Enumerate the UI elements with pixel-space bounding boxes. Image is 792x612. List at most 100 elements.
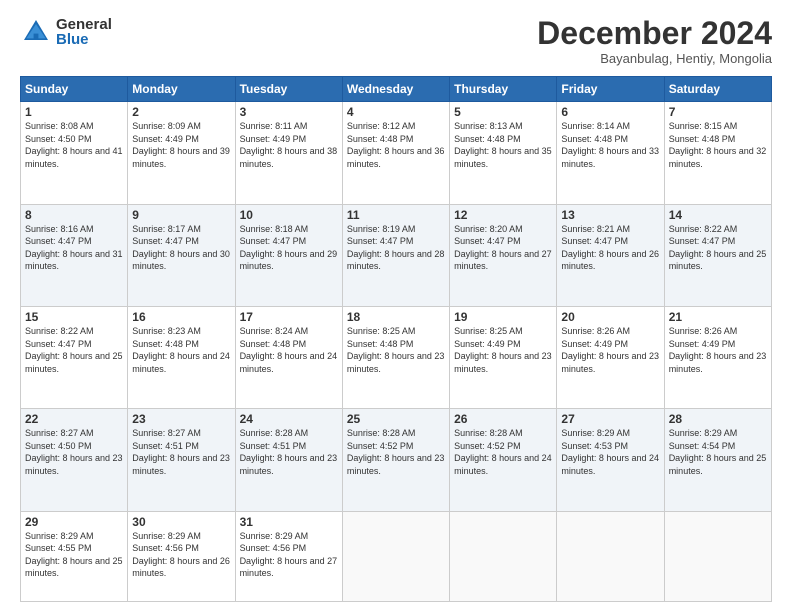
day-info: Sunrise: 8:25 AM Sunset: 4:49 PM Dayligh… (454, 325, 552, 375)
table-row: 14 Sunrise: 8:22 AM Sunset: 4:47 PM Dayl… (664, 204, 771, 306)
calendar-week-row: 1 Sunrise: 8:08 AM Sunset: 4:50 PM Dayli… (21, 102, 772, 204)
day-info: Sunrise: 8:25 AM Sunset: 4:48 PM Dayligh… (347, 325, 445, 375)
day-number: 17 (240, 310, 338, 324)
day-info: Sunrise: 8:29 AM Sunset: 4:55 PM Dayligh… (25, 530, 123, 580)
table-row: 12 Sunrise: 8:20 AM Sunset: 4:47 PM Dayl… (450, 204, 557, 306)
logo-icon (20, 16, 52, 48)
table-row (557, 511, 664, 601)
day-number: 27 (561, 412, 659, 426)
day-info: Sunrise: 8:14 AM Sunset: 4:48 PM Dayligh… (561, 120, 659, 170)
table-row: 5 Sunrise: 8:13 AM Sunset: 4:48 PM Dayli… (450, 102, 557, 204)
day-number: 11 (347, 208, 445, 222)
day-info: Sunrise: 8:15 AM Sunset: 4:48 PM Dayligh… (669, 120, 767, 170)
day-number: 30 (132, 515, 230, 529)
table-row: 3 Sunrise: 8:11 AM Sunset: 4:49 PM Dayli… (235, 102, 342, 204)
table-row: 8 Sunrise: 8:16 AM Sunset: 4:47 PM Dayli… (21, 204, 128, 306)
day-info: Sunrise: 8:16 AM Sunset: 4:47 PM Dayligh… (25, 223, 123, 273)
table-row: 11 Sunrise: 8:19 AM Sunset: 4:47 PM Dayl… (342, 204, 449, 306)
table-row: 15 Sunrise: 8:22 AM Sunset: 4:47 PM Dayl… (21, 306, 128, 408)
table-row (450, 511, 557, 601)
day-info: Sunrise: 8:19 AM Sunset: 4:47 PM Dayligh… (347, 223, 445, 273)
day-info: Sunrise: 8:22 AM Sunset: 4:47 PM Dayligh… (669, 223, 767, 273)
day-number: 25 (347, 412, 445, 426)
col-saturday: Saturday (664, 77, 771, 102)
location-subtitle: Bayanbulag, Hentiy, Mongolia (537, 51, 772, 66)
table-row: 22 Sunrise: 8:27 AM Sunset: 4:50 PM Dayl… (21, 409, 128, 511)
table-row: 16 Sunrise: 8:23 AM Sunset: 4:48 PM Dayl… (128, 306, 235, 408)
day-number: 31 (240, 515, 338, 529)
title-block: December 2024 Bayanbulag, Hentiy, Mongol… (537, 16, 772, 66)
logo-text: General Blue (56, 17, 112, 47)
calendar-table: Sunday Monday Tuesday Wednesday Thursday… (20, 76, 772, 602)
table-row: 30 Sunrise: 8:29 AM Sunset: 4:56 PM Dayl… (128, 511, 235, 601)
day-number: 12 (454, 208, 552, 222)
table-row: 6 Sunrise: 8:14 AM Sunset: 4:48 PM Dayli… (557, 102, 664, 204)
day-info: Sunrise: 8:26 AM Sunset: 4:49 PM Dayligh… (561, 325, 659, 375)
table-row: 31 Sunrise: 8:29 AM Sunset: 4:56 PM Dayl… (235, 511, 342, 601)
table-row: 21 Sunrise: 8:26 AM Sunset: 4:49 PM Dayl… (664, 306, 771, 408)
day-number: 22 (25, 412, 123, 426)
calendar-week-row: 22 Sunrise: 8:27 AM Sunset: 4:50 PM Dayl… (21, 409, 772, 511)
day-info: Sunrise: 8:23 AM Sunset: 4:48 PM Dayligh… (132, 325, 230, 375)
day-info: Sunrise: 8:12 AM Sunset: 4:48 PM Dayligh… (347, 120, 445, 170)
day-number: 8 (25, 208, 123, 222)
calendar-week-row: 8 Sunrise: 8:16 AM Sunset: 4:47 PM Dayli… (21, 204, 772, 306)
page-header: General Blue December 2024 Bayanbulag, H… (20, 16, 772, 66)
day-number: 10 (240, 208, 338, 222)
table-row: 26 Sunrise: 8:28 AM Sunset: 4:52 PM Dayl… (450, 409, 557, 511)
day-info: Sunrise: 8:22 AM Sunset: 4:47 PM Dayligh… (25, 325, 123, 375)
table-row: 10 Sunrise: 8:18 AM Sunset: 4:47 PM Dayl… (235, 204, 342, 306)
day-number: 29 (25, 515, 123, 529)
day-number: 19 (454, 310, 552, 324)
col-friday: Friday (557, 77, 664, 102)
day-info: Sunrise: 8:29 AM Sunset: 4:56 PM Dayligh… (240, 530, 338, 580)
day-number: 4 (347, 105, 445, 119)
calendar-header-row: Sunday Monday Tuesday Wednesday Thursday… (21, 77, 772, 102)
table-row: 29 Sunrise: 8:29 AM Sunset: 4:55 PM Dayl… (21, 511, 128, 601)
day-number: 13 (561, 208, 659, 222)
day-info: Sunrise: 8:09 AM Sunset: 4:49 PM Dayligh… (132, 120, 230, 170)
day-number: 15 (25, 310, 123, 324)
day-info: Sunrise: 8:24 AM Sunset: 4:48 PM Dayligh… (240, 325, 338, 375)
day-info: Sunrise: 8:17 AM Sunset: 4:47 PM Dayligh… (132, 223, 230, 273)
day-number: 2 (132, 105, 230, 119)
day-info: Sunrise: 8:29 AM Sunset: 4:54 PM Dayligh… (669, 427, 767, 477)
day-info: Sunrise: 8:27 AM Sunset: 4:50 PM Dayligh… (25, 427, 123, 477)
table-row: 1 Sunrise: 8:08 AM Sunset: 4:50 PM Dayli… (21, 102, 128, 204)
day-number: 14 (669, 208, 767, 222)
logo: General Blue (20, 16, 112, 48)
col-monday: Monday (128, 77, 235, 102)
table-row: 9 Sunrise: 8:17 AM Sunset: 4:47 PM Dayli… (128, 204, 235, 306)
table-row (664, 511, 771, 601)
table-row: 24 Sunrise: 8:28 AM Sunset: 4:51 PM Dayl… (235, 409, 342, 511)
day-number: 20 (561, 310, 659, 324)
table-row: 2 Sunrise: 8:09 AM Sunset: 4:49 PM Dayli… (128, 102, 235, 204)
day-number: 9 (132, 208, 230, 222)
table-row: 13 Sunrise: 8:21 AM Sunset: 4:47 PM Dayl… (557, 204, 664, 306)
logo-blue-text: Blue (56, 32, 112, 47)
day-number: 24 (240, 412, 338, 426)
table-row: 18 Sunrise: 8:25 AM Sunset: 4:48 PM Dayl… (342, 306, 449, 408)
table-row: 4 Sunrise: 8:12 AM Sunset: 4:48 PM Dayli… (342, 102, 449, 204)
day-number: 1 (25, 105, 123, 119)
day-info: Sunrise: 8:27 AM Sunset: 4:51 PM Dayligh… (132, 427, 230, 477)
day-number: 7 (669, 105, 767, 119)
col-sunday: Sunday (21, 77, 128, 102)
day-number: 6 (561, 105, 659, 119)
page-container: General Blue December 2024 Bayanbulag, H… (0, 0, 792, 612)
day-info: Sunrise: 8:28 AM Sunset: 4:52 PM Dayligh… (454, 427, 552, 477)
table-row: 23 Sunrise: 8:27 AM Sunset: 4:51 PM Dayl… (128, 409, 235, 511)
day-number: 5 (454, 105, 552, 119)
month-title: December 2024 (537, 16, 772, 51)
day-info: Sunrise: 8:18 AM Sunset: 4:47 PM Dayligh… (240, 223, 338, 273)
day-number: 18 (347, 310, 445, 324)
calendar-week-row: 29 Sunrise: 8:29 AM Sunset: 4:55 PM Dayl… (21, 511, 772, 601)
table-row (342, 511, 449, 601)
day-info: Sunrise: 8:08 AM Sunset: 4:50 PM Dayligh… (25, 120, 123, 170)
day-info: Sunrise: 8:28 AM Sunset: 4:52 PM Dayligh… (347, 427, 445, 477)
table-row: 27 Sunrise: 8:29 AM Sunset: 4:53 PM Dayl… (557, 409, 664, 511)
day-info: Sunrise: 8:28 AM Sunset: 4:51 PM Dayligh… (240, 427, 338, 477)
table-row: 19 Sunrise: 8:25 AM Sunset: 4:49 PM Dayl… (450, 306, 557, 408)
day-info: Sunrise: 8:13 AM Sunset: 4:48 PM Dayligh… (454, 120, 552, 170)
day-info: Sunrise: 8:20 AM Sunset: 4:47 PM Dayligh… (454, 223, 552, 273)
